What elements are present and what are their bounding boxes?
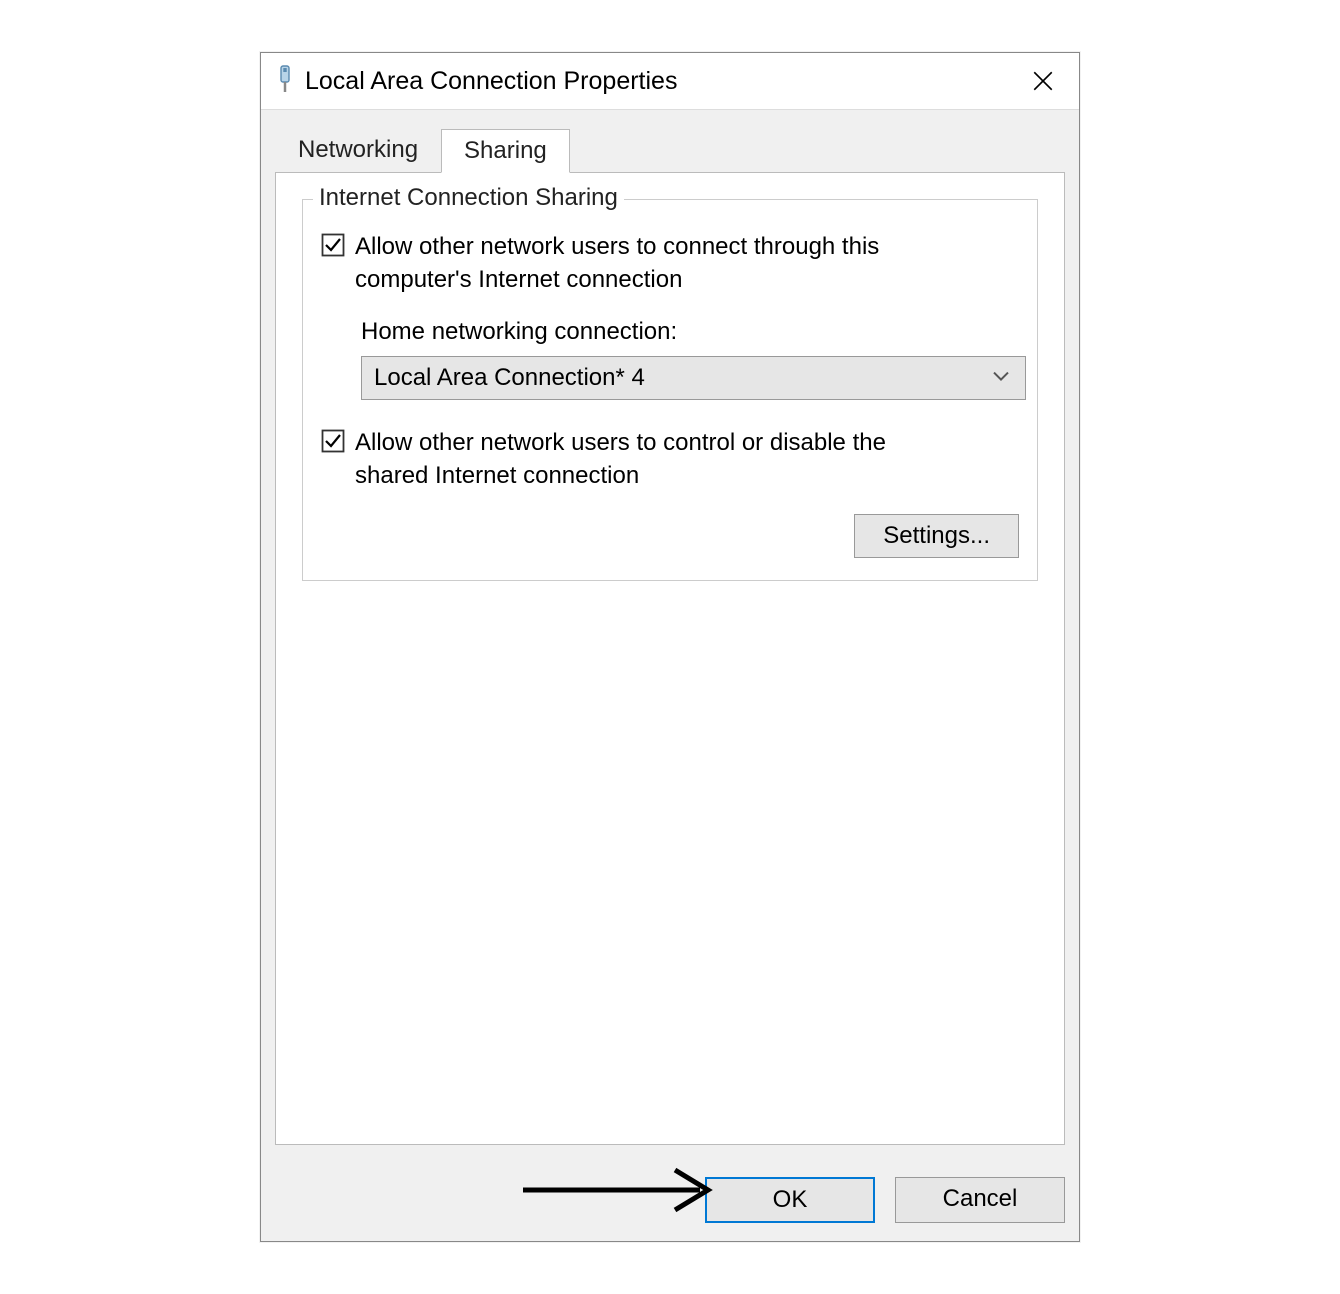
network-adapter-icon [275, 65, 295, 98]
dropdown-value: Local Area Connection* 4 [374, 364, 645, 392]
tab-networking[interactable]: Networking [275, 128, 441, 172]
home-networking-dropdown[interactable]: Local Area Connection* 4 [361, 356, 1026, 400]
chevron-down-icon [991, 363, 1011, 391]
title-bar: Local Area Connection Properties [261, 53, 1079, 110]
checkbox-allow-control[interactable] [321, 429, 345, 458]
checkbox-allow-control-row: Allow other network users to control or … [321, 426, 1019, 492]
checkbox-allow-connect[interactable] [321, 233, 345, 262]
checkbox-allow-control-label: Allow other network users to control or … [355, 426, 955, 492]
checkbox-allow-connect-label: Allow other network users to connect thr… [355, 230, 955, 296]
groupbox-legend: Internet Connection Sharing [313, 184, 624, 212]
properties-dialog: Local Area Connection Properties Network… [260, 52, 1080, 1242]
window-title: Local Area Connection Properties [305, 67, 1011, 96]
home-networking-label: Home networking connection: [361, 318, 1019, 346]
tab-sharing[interactable]: Sharing [441, 129, 570, 173]
ics-groupbox: Internet Connection Sharing Allow other … [302, 199, 1038, 581]
checkbox-allow-connect-row: Allow other network users to connect thr… [321, 230, 1019, 296]
dialog-button-row: OK Cancel [261, 1159, 1079, 1241]
close-icon [1033, 71, 1053, 91]
tab-bar: Networking Sharing [261, 110, 1079, 172]
ok-button[interactable]: OK [705, 1177, 875, 1223]
close-button[interactable] [1021, 63, 1065, 99]
settings-button[interactable]: Settings... [854, 514, 1019, 558]
cancel-button[interactable]: Cancel [895, 1177, 1065, 1223]
tab-panel-sharing: Internet Connection Sharing Allow other … [275, 172, 1065, 1145]
